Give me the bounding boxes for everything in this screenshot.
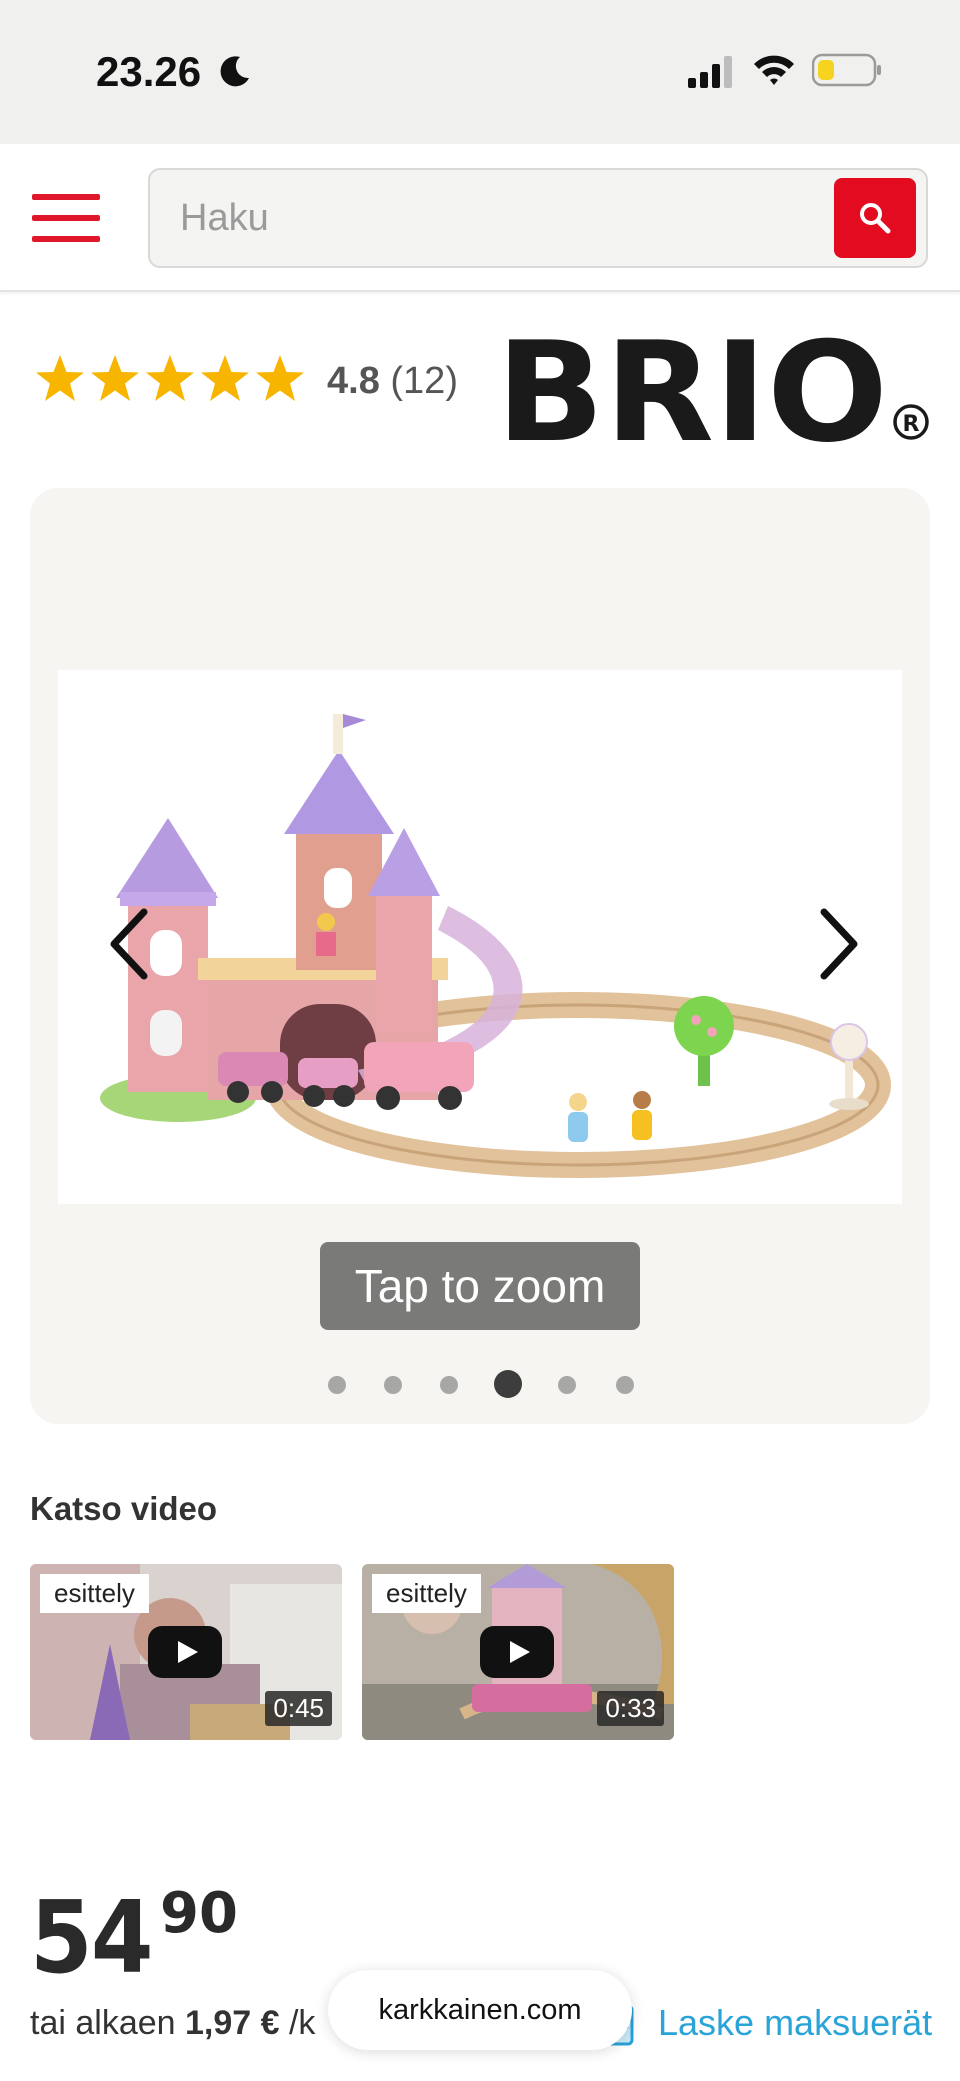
- video-thumbnail[interactable]: esittely 0:45: [30, 1564, 342, 1740]
- previous-image-arrow-icon[interactable]: [104, 904, 154, 984]
- tap-to-zoom-button[interactable]: Tap to zoom: [320, 1242, 640, 1330]
- rating-count: (12): [390, 360, 458, 402]
- installment-prefix: tai alkaen: [30, 2004, 176, 2042]
- brand-logo[interactable]: BRIO R: [496, 322, 932, 446]
- header: [0, 144, 960, 292]
- product-price: 54 90: [30, 1884, 238, 1988]
- browser-address-pill[interactable]: karkkainen.com: [328, 1970, 632, 2050]
- play-icon[interactable]: [480, 1626, 554, 1678]
- gallery-dot-2[interactable]: [384, 1376, 402, 1394]
- next-image-arrow-icon[interactable]: [814, 904, 864, 984]
- rating-summary: 4.8 (12): [327, 360, 458, 403]
- video-duration: 0:45: [265, 1691, 332, 1726]
- rating-score: 4.8: [327, 360, 380, 402]
- rating-row[interactable]: 4.8 (12): [32, 352, 472, 412]
- search-box: [148, 168, 928, 268]
- signal-icon: [688, 56, 732, 88]
- hamburger-menu-icon[interactable]: [32, 194, 100, 242]
- svg-text:R: R: [903, 412, 920, 437]
- moon-icon: [220, 56, 249, 87]
- installment-info: tai alkaen 1,97 € /k: [30, 2004, 315, 2043]
- product-gallery: Tap to zoom: [30, 488, 930, 1424]
- svg-text:BRIO: BRIO: [496, 322, 888, 446]
- castle-train-set-image: [100, 714, 891, 1178]
- search-button[interactable]: [834, 178, 916, 258]
- battery-icon: [812, 53, 881, 87]
- search-input[interactable]: [180, 188, 820, 248]
- installment-suffix: /k: [288, 2004, 316, 2042]
- calculate-installments-label: Laske maksuerät: [658, 2002, 933, 2043]
- gallery-dot-4-active[interactable]: [494, 1370, 522, 1398]
- rating-stars: [36, 355, 304, 401]
- video-label: esittely: [372, 1574, 481, 1613]
- play-icon[interactable]: [148, 1626, 222, 1678]
- product-image[interactable]: [58, 670, 902, 1204]
- gallery-dot-6[interactable]: [616, 1376, 634, 1394]
- installment-amount: 1,97 €: [185, 2004, 280, 2042]
- video-label: esittely: [40, 1574, 149, 1613]
- star-icon: [36, 355, 84, 401]
- star-icon: [146, 355, 194, 401]
- gallery-pagination: [30, 1370, 930, 1400]
- video-section-heading: Katso video: [30, 1490, 218, 1527]
- star-icon: [201, 355, 249, 401]
- status-time: 23.26: [96, 48, 202, 95]
- gallery-dot-5[interactable]: [558, 1376, 576, 1394]
- video-thumbnail[interactable]: esittely 0:33: [362, 1564, 674, 1740]
- star-icon: [256, 355, 304, 401]
- wifi-icon: [754, 55, 794, 85]
- status-bar: 23.26: [0, 0, 960, 144]
- video-duration: 0:33: [597, 1691, 664, 1726]
- star-icon: [91, 355, 139, 401]
- price-euros: 54: [30, 1879, 153, 1996]
- gallery-dot-1[interactable]: [328, 1376, 346, 1394]
- price-cents: 90: [160, 1881, 238, 1946]
- gallery-dot-3[interactable]: [440, 1376, 458, 1394]
- search-icon: [860, 203, 891, 234]
